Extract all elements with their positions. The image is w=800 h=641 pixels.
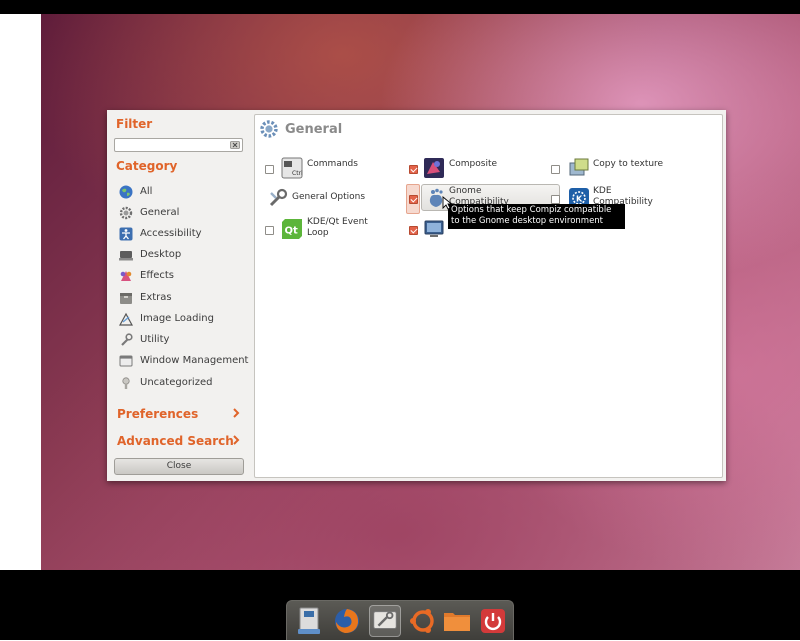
extras-icon bbox=[120, 293, 132, 304]
dock-settings[interactable] bbox=[369, 605, 401, 637]
dock-ubuntu[interactable] bbox=[407, 605, 439, 637]
advanced-search-link[interactable]: Advanced Search bbox=[117, 434, 234, 448]
plugin-label: Copy to texture bbox=[593, 159, 664, 169]
plugin-label: KDE/Qt Event Loop bbox=[307, 217, 368, 238]
category-effects[interactable]: Effects bbox=[119, 268, 249, 286]
search-input[interactable] bbox=[114, 138, 243, 152]
plugin-checkbox[interactable] bbox=[265, 226, 274, 235]
plugin-label: Commands bbox=[307, 159, 358, 169]
window-icon bbox=[119, 355, 133, 367]
category-window-management[interactable]: Window Management bbox=[119, 353, 249, 371]
ubuntu-icon bbox=[410, 609, 434, 633]
category-label: Uncategorized bbox=[140, 377, 213, 388]
sidebar: Filter Category All General Accessibilit… bbox=[107, 110, 253, 481]
folder-icon bbox=[444, 613, 470, 631]
plugin-copy-to-texture[interactable]: Copy to texture bbox=[551, 155, 711, 185]
close-button[interactable]: Close bbox=[114, 458, 244, 475]
mouse-cursor-icon bbox=[442, 196, 452, 210]
page-title: General bbox=[285, 122, 343, 137]
display-icon bbox=[424, 220, 444, 237]
plugin-checkbox[interactable] bbox=[551, 165, 560, 174]
plugin-commands[interactable]: Ctrl Commands bbox=[265, 155, 405, 185]
left-margin bbox=[0, 14, 41, 570]
plugin-panel: General Ctrl Commands Composite Copy to … bbox=[254, 114, 723, 478]
plugin-label: General Options bbox=[292, 192, 366, 202]
gear-icon bbox=[119, 206, 133, 220]
filter-heading: Filter bbox=[116, 117, 153, 131]
utility-icon bbox=[121, 333, 133, 346]
category-utility[interactable]: Utility bbox=[119, 332, 249, 350]
top-bar bbox=[0, 0, 800, 14]
category-image-loading[interactable]: Image Loading bbox=[119, 311, 249, 329]
tooltip: Options that keep Compiz compatible to t… bbox=[448, 204, 625, 229]
svg-text:Ctrl: Ctrl bbox=[292, 170, 303, 177]
copy-texture-icon bbox=[569, 158, 589, 176]
svg-text:K: K bbox=[576, 195, 583, 204]
plugin-label: Composite bbox=[449, 159, 498, 169]
svg-text:Qt: Qt bbox=[285, 226, 299, 237]
accessibility-icon bbox=[119, 227, 133, 241]
chevron-right-icon[interactable] bbox=[231, 408, 241, 418]
dock-folder[interactable] bbox=[441, 605, 473, 637]
general-options-icon bbox=[269, 188, 288, 207]
files-icon bbox=[298, 607, 320, 634]
category-label: Effects bbox=[140, 270, 174, 281]
settings-icon bbox=[373, 611, 397, 629]
power-icon bbox=[481, 609, 505, 633]
gear-icon bbox=[260, 120, 278, 138]
category-label: General bbox=[140, 207, 180, 218]
category-accessibility[interactable]: Accessibility bbox=[119, 226, 249, 244]
dock-firefox[interactable] bbox=[331, 605, 363, 637]
category-desktop[interactable]: Desktop bbox=[119, 247, 249, 265]
plugin-composite[interactable]: Composite bbox=[406, 155, 546, 185]
category-uncategorized[interactable]: Uncategorized bbox=[119, 375, 249, 393]
category-all[interactable]: All bbox=[119, 184, 249, 202]
ccsm-window: Filter Category All General Accessibilit… bbox=[107, 110, 726, 481]
image-icon bbox=[119, 312, 133, 326]
plugin-checkbox[interactable] bbox=[409, 165, 418, 174]
plugin-general-options[interactable]: General Options bbox=[265, 185, 405, 215]
globe-icon bbox=[119, 185, 133, 199]
category-label: Extras bbox=[140, 292, 172, 303]
dock-power[interactable] bbox=[477, 605, 509, 637]
dock-files[interactable] bbox=[293, 605, 325, 637]
plugin-checkbox[interactable] bbox=[409, 226, 418, 235]
category-label: All bbox=[140, 186, 153, 197]
qt-icon: Qt bbox=[282, 219, 302, 239]
commands-icon: Ctrl bbox=[281, 157, 303, 179]
plugin-kde-qt-event-loop[interactable]: Qt KDE/Qt Event Loop bbox=[265, 216, 405, 246]
firefox-icon bbox=[335, 609, 359, 633]
chevron-right-icon[interactable] bbox=[231, 435, 241, 445]
category-heading: Category bbox=[116, 159, 178, 173]
plugin-checkbox[interactable] bbox=[265, 165, 274, 174]
composite-icon bbox=[424, 158, 444, 178]
category-label: Accessibility bbox=[140, 228, 202, 239]
category-label: Desktop bbox=[140, 249, 182, 260]
clear-icon[interactable] bbox=[230, 140, 240, 150]
dock bbox=[286, 600, 514, 640]
effects-icon bbox=[120, 271, 132, 281]
category-label: Utility bbox=[140, 334, 170, 345]
desktop-icon bbox=[119, 251, 133, 261]
plugin-checkbox[interactable] bbox=[409, 195, 418, 204]
category-general[interactable]: General bbox=[119, 205, 249, 223]
plugin-checkbox[interactable] bbox=[551, 195, 560, 204]
preferences-link[interactable]: Preferences bbox=[117, 407, 198, 421]
category-label: Image Loading bbox=[140, 313, 214, 324]
category-label: Window Management bbox=[140, 355, 249, 366]
uncategorized-icon bbox=[122, 377, 130, 389]
category-extras[interactable]: Extras bbox=[119, 290, 249, 308]
